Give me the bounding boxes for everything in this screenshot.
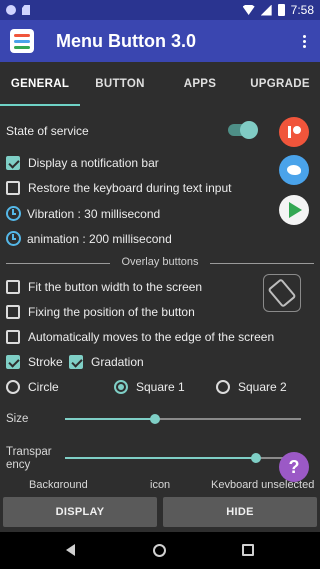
vibration-row[interactable]: Vibration : 30 millisecond (6, 206, 160, 221)
tab-button[interactable]: BUTTON (80, 62, 160, 106)
rotate-screen-icon[interactable] (263, 274, 301, 312)
google-play-icon[interactable] (279, 195, 309, 225)
transparency-slider-fill (65, 457, 256, 459)
vibration-label: Vibration : 30 millisecond (27, 206, 161, 221)
icon-color-label[interactable]: icon (150, 479, 170, 488)
restore-keyboard-row[interactable]: Restore the keyboard during text input (6, 181, 231, 195)
square1-label: Square 1 (136, 380, 185, 394)
notification-bar-checkbox[interactable] (6, 156, 20, 170)
square1-radio[interactable] (114, 380, 128, 394)
app-bar: Menu Button 3.0 (0, 20, 320, 62)
size-slider-thumb[interactable] (150, 414, 160, 424)
circle-radio[interactable] (6, 380, 20, 394)
sd-card-icon (22, 5, 30, 15)
shape-circle-option[interactable]: Circle (6, 380, 59, 394)
auto-edge-label: Automatically moves to the edge of the s… (28, 330, 275, 344)
app-logo-icon (10, 29, 34, 53)
display-button[interactable]: DISPLAY (3, 497, 157, 527)
clock-icon (6, 206, 21, 221)
status-time: 7:58 (290, 3, 314, 17)
clock-icon (6, 231, 21, 246)
back-icon[interactable] (66, 544, 75, 556)
app-title: Menu Button 3.0 (56, 30, 196, 51)
stroke-label: Stroke (28, 355, 63, 369)
fit-width-label: Fit the button width to the screen (28, 280, 203, 294)
status-bar: 7:58 (0, 0, 320, 20)
transparency-slider[interactable] (65, 453, 301, 463)
fix-position-row[interactable]: Fixing the position of the button (6, 305, 195, 319)
restore-keyboard-checkbox[interactable] (6, 181, 20, 195)
tab-upgrade[interactable]: UPGRADE (240, 62, 320, 106)
gradation-checkbox[interactable] (69, 355, 83, 369)
wifi-icon (242, 5, 255, 15)
tab-general[interactable]: GENERAL (0, 62, 80, 106)
system-nav-bar (0, 532, 320, 569)
action-bar: DISPLAY HIDE (0, 488, 320, 532)
fit-width-checkbox[interactable] (6, 280, 20, 294)
notification-bar-label: Display a notification bar (28, 156, 159, 170)
patreon-icon[interactable] (279, 117, 309, 147)
help-icon[interactable]: ? (279, 452, 309, 482)
general-settings: State of service Display a notification … (0, 106, 320, 488)
hide-button[interactable]: HIDE (163, 497, 317, 527)
notification-bar-row[interactable]: Display a notification bar (6, 156, 159, 170)
stroke-checkbox[interactable] (6, 355, 20, 369)
square2-radio[interactable] (216, 380, 230, 394)
restore-keyboard-label: Restore the keyboard during text input (28, 181, 232, 195)
animation-row[interactable]: animation : 200 millisecond (6, 231, 172, 246)
tab-bar: GENERAL BUTTON APPS UPGRADE (0, 62, 320, 106)
size-slider[interactable] (65, 414, 301, 424)
notification-icon (6, 5, 16, 15)
keyboard-unselected-label[interactable]: Keyboard unselected (211, 479, 314, 488)
shape-square2-option[interactable]: Square 2 (216, 380, 287, 394)
home-icon[interactable] (153, 544, 166, 557)
signal-icon (260, 4, 272, 16)
gradation-row[interactable]: Gradation (69, 355, 144, 369)
size-slider-fill (65, 418, 155, 420)
state-of-service-row: State of service (6, 124, 89, 138)
fix-position-checkbox[interactable] (6, 305, 20, 319)
auto-edge-checkbox[interactable] (6, 330, 20, 344)
state-of-service-switch[interactable] (228, 121, 258, 139)
transparency-slider-thumb[interactable] (251, 453, 261, 463)
overlay-section-title: Overlay buttons (117, 256, 203, 268)
stroke-row[interactable]: Stroke (6, 355, 63, 369)
battery-icon (277, 4, 285, 16)
fix-position-label: Fixing the position of the button (28, 305, 195, 319)
circle-label: Circle (28, 380, 59, 394)
gradation-label: Gradation (91, 355, 144, 369)
animation-label: animation : 200 millisecond (27, 231, 172, 246)
fit-width-row[interactable]: Fit the button width to the screen (6, 280, 202, 294)
transparency-label: Transpar ency (6, 446, 52, 471)
recents-icon[interactable] (242, 544, 254, 556)
square2-label: Square 2 (238, 380, 287, 394)
shape-square1-option[interactable]: Square 1 (114, 380, 185, 394)
color-labels-row: Background icon Keyboard unselected (0, 479, 320, 488)
state-of-service-label: State of service (6, 124, 89, 138)
size-label: Size (6, 413, 29, 425)
background-color-label[interactable]: Background (29, 479, 88, 488)
twitter-icon[interactable] (279, 155, 309, 185)
tab-apps[interactable]: APPS (160, 62, 240, 106)
auto-edge-row[interactable]: Automatically moves to the edge of the s… (6, 330, 274, 344)
overflow-menu-icon[interactable] (303, 34, 306, 48)
